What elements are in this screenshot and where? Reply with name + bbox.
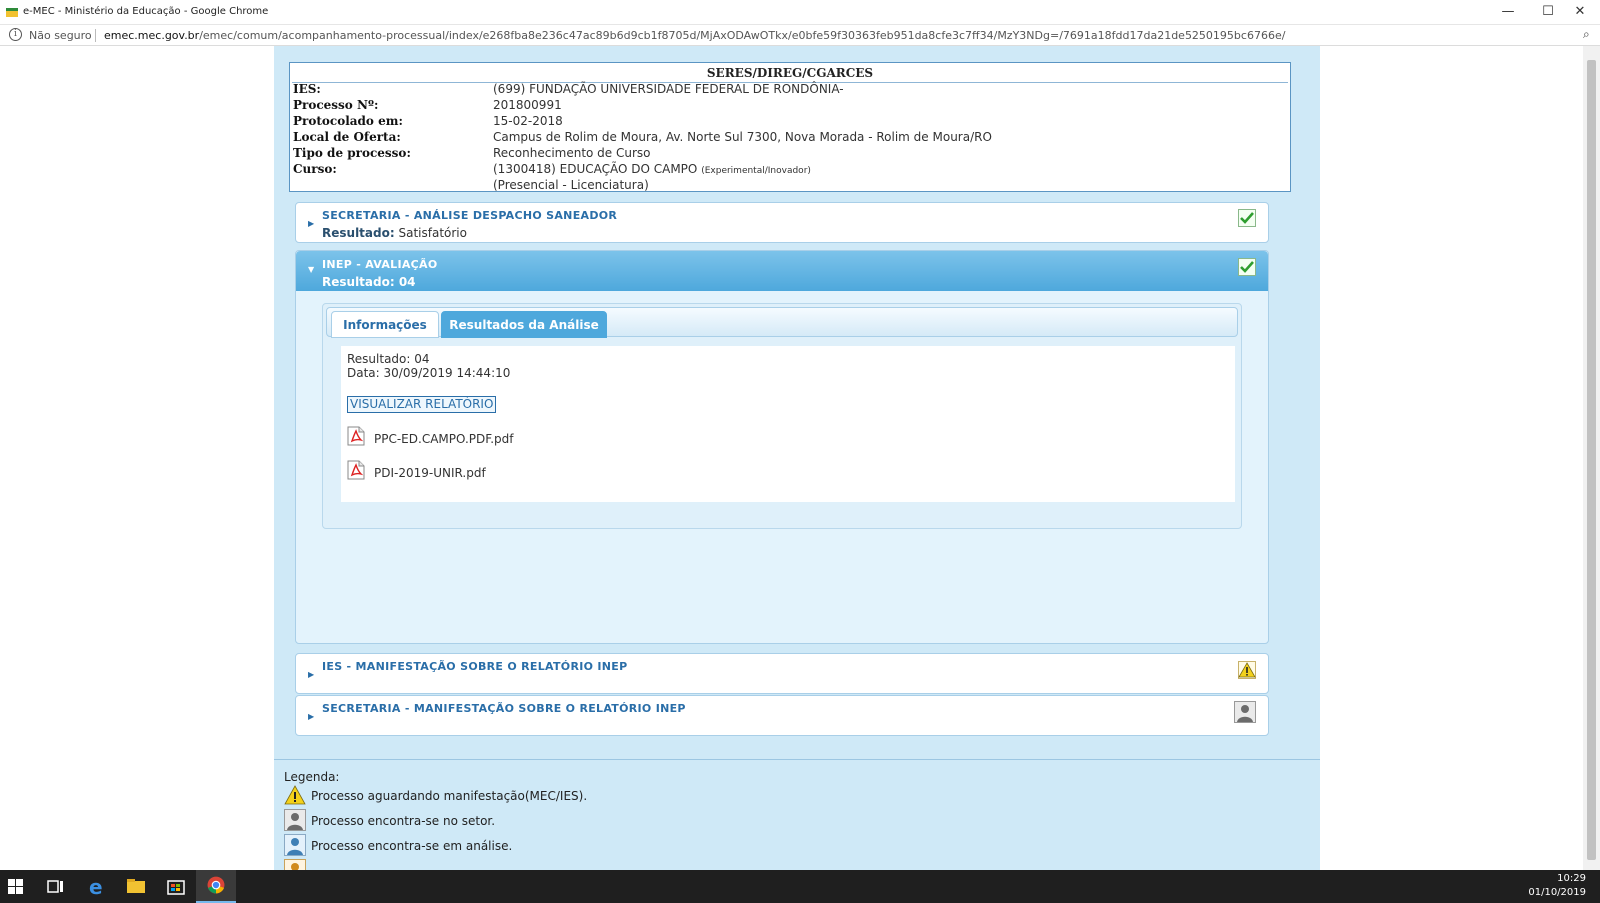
- person-grey-icon: [284, 809, 306, 831]
- process-details-box: SERES/DIREG/CGARCES IES: (699) FUNDAÇÃO …: [289, 62, 1291, 192]
- process-label: Tipo de processo:: [293, 146, 411, 160]
- warning-icon: [284, 785, 306, 805]
- process-value: (1300418) EDUCAÇÃO DO CAMPO (Experimenta…: [493, 162, 811, 176]
- collapsed-arrow-icon: ▶: [308, 712, 315, 721]
- legend-text: Processo encontra-se no setor.: [311, 814, 496, 828]
- process-value: Campus de Rolim de Moura, Av. Norte Sul …: [493, 130, 992, 144]
- address-divider: [95, 29, 96, 42]
- windows-start-icon[interactable]: [0, 870, 40, 903]
- clock-date: 01/10/2019: [1528, 887, 1586, 898]
- process-box-title: SERES/DIREG/CGARCES: [292, 66, 1288, 83]
- section-title[interactable]: INEP - AVALIAÇÃO: [322, 258, 438, 271]
- system-clock[interactable]: 10:29 01/10/2019: [1528, 872, 1586, 900]
- page-scrollbar[interactable]: [1583, 46, 1600, 870]
- edge-browser-icon[interactable]: e: [76, 870, 116, 903]
- warning-icon: [1238, 661, 1256, 679]
- file-name[interactable]: PPC-ED.CAMPO.PDF.pdf: [374, 432, 514, 446]
- result-value: Satisfatório: [398, 226, 467, 240]
- collapsed-arrow-icon: ▶: [308, 670, 315, 679]
- person-blue-icon: [284, 834, 306, 856]
- info-icon[interactable]: i: [9, 28, 22, 41]
- check-icon: [1238, 209, 1256, 227]
- url-path: /emec/comum/acompanhamento-processual/in…: [199, 29, 1286, 42]
- section-result: Resultado: Satisfatório: [322, 226, 467, 240]
- clock-time: 10:29: [1557, 873, 1586, 884]
- section-ies-manifest[interactable]: ▶ IES - MANIFESTAÇÃO SOBRE O RELATÓRIO I…: [295, 653, 1269, 694]
- emec-app-icon: [6, 8, 18, 17]
- person-grey-icon: [1234, 701, 1256, 723]
- chrome-icon[interactable]: [196, 870, 236, 903]
- section-title[interactable]: IES - MANIFESTAÇÃO SOBRE O RELATÓRIO INE…: [322, 660, 627, 673]
- pdf-icon: [347, 426, 365, 446]
- process-label: Curso:: [293, 162, 337, 176]
- resultado-line: Resultado: 04: [347, 352, 430, 366]
- legend-title: Legenda:: [284, 770, 340, 784]
- process-label: Processo Nº:: [293, 98, 379, 112]
- collapsed-arrow-icon: ▶: [308, 219, 315, 228]
- close-button[interactable]: ✕: [1560, 0, 1600, 25]
- section-inep-header[interactable]: ▼ INEP - AVALIAÇÃO Resultado: 04: [296, 251, 1268, 291]
- task-view-icon[interactable]: [36, 870, 76, 903]
- legend-text: Processo aguardando manifestação(MEC/IES…: [311, 789, 588, 803]
- check-icon: [1238, 258, 1256, 276]
- process-label: Local de Oferta:: [293, 130, 401, 144]
- view-report-button[interactable]: VISUALIZAR RELATÓRIO: [347, 396, 497, 413]
- pdf-icon: [347, 460, 365, 480]
- tab-informacoes[interactable]: Informações: [331, 311, 439, 338]
- url-text[interactable]: emec.mec.gov.br/emec/comum/acompanhament…: [104, 29, 1285, 42]
- url-domain: emec.mec.gov.br: [104, 29, 200, 42]
- tab-resultados-analise[interactable]: Resultados da Análise: [441, 311, 607, 338]
- process-value: 15-02-2018: [493, 114, 563, 128]
- section-inep: ▼ INEP - AVALIAÇÃO Resultado: 04 Informa…: [295, 250, 1269, 644]
- main-content: SERES/DIREG/CGARCES IES: (699) FUNDAÇÃO …: [274, 46, 1320, 870]
- expanded-arrow-icon: ▼: [308, 265, 315, 274]
- process-value: 201800991: [493, 98, 562, 112]
- section-title[interactable]: SECRETARIA - ANÁLISE DESPACHO SANEADOR: [322, 209, 617, 222]
- section-result: Resultado: 04: [322, 275, 416, 289]
- tab-content-resultados: Resultado: 04 Data: 30/09/2019 14:44:10 …: [341, 346, 1235, 502]
- svg-text:e: e: [89, 875, 103, 899]
- inep-tab-panel: Informações Resultados da Análise Result…: [322, 303, 1242, 529]
- address-bar[interactable]: i Não seguro emec.mec.gov.br/emec/comum/…: [0, 25, 1600, 46]
- legend-divider: [274, 759, 1320, 760]
- file-name[interactable]: PDI-2019-UNIR.pdf: [374, 466, 486, 480]
- result-label: Resultado:: [322, 226, 395, 240]
- process-label: Protocolado em:: [293, 114, 403, 128]
- person-orange-icon: [284, 859, 306, 870]
- course-category: (Experimental/Inovador): [701, 166, 811, 176]
- page-viewport: SERES/DIREG/CGARCES IES: (699) FUNDAÇÃO …: [0, 46, 1600, 870]
- section-saneador[interactable]: ▶ SECRETARIA - ANÁLISE DESPACHO SANEADOR…: [295, 202, 1269, 243]
- process-value: Reconhecimento de Curso: [493, 146, 651, 160]
- security-label[interactable]: Não seguro: [29, 29, 92, 42]
- store-icon[interactable]: [156, 870, 196, 903]
- process-value: (699) FUNDAÇÃO UNIVERSIDADE FEDERAL DE R…: [493, 82, 844, 96]
- window-titlebar: e-MEC - Ministério da Educação - Google …: [0, 0, 1600, 25]
- windows-taskbar: e 10:29 01/10/2019: [0, 870, 1600, 903]
- file-explorer-icon[interactable]: [116, 870, 156, 903]
- section-title[interactable]: SECRETARIA - MANIFESTAÇÃO SOBRE O RELATÓ…: [322, 702, 686, 715]
- window-title: e-MEC - Ministério da Educação - Google …: [23, 6, 269, 17]
- scrollbar-thumb[interactable]: [1587, 60, 1596, 860]
- zoom-icon[interactable]: ⌕: [1583, 27, 1590, 42]
- data-line: Data: 30/09/2019 14:44:10: [347, 366, 511, 380]
- course-mode: (Presencial - Licenciatura): [493, 178, 649, 192]
- legend-text: Processo encontra-se em análise.: [311, 839, 513, 853]
- process-label: IES:: [293, 82, 321, 96]
- course-name: (1300418) EDUCAÇÃO DO CAMPO: [493, 162, 698, 176]
- section-sec-manifest[interactable]: ▶ SECRETARIA - MANIFESTAÇÃO SOBRE O RELA…: [295, 695, 1269, 736]
- tab-bar: Informações Resultados da Análise: [326, 307, 1238, 338]
